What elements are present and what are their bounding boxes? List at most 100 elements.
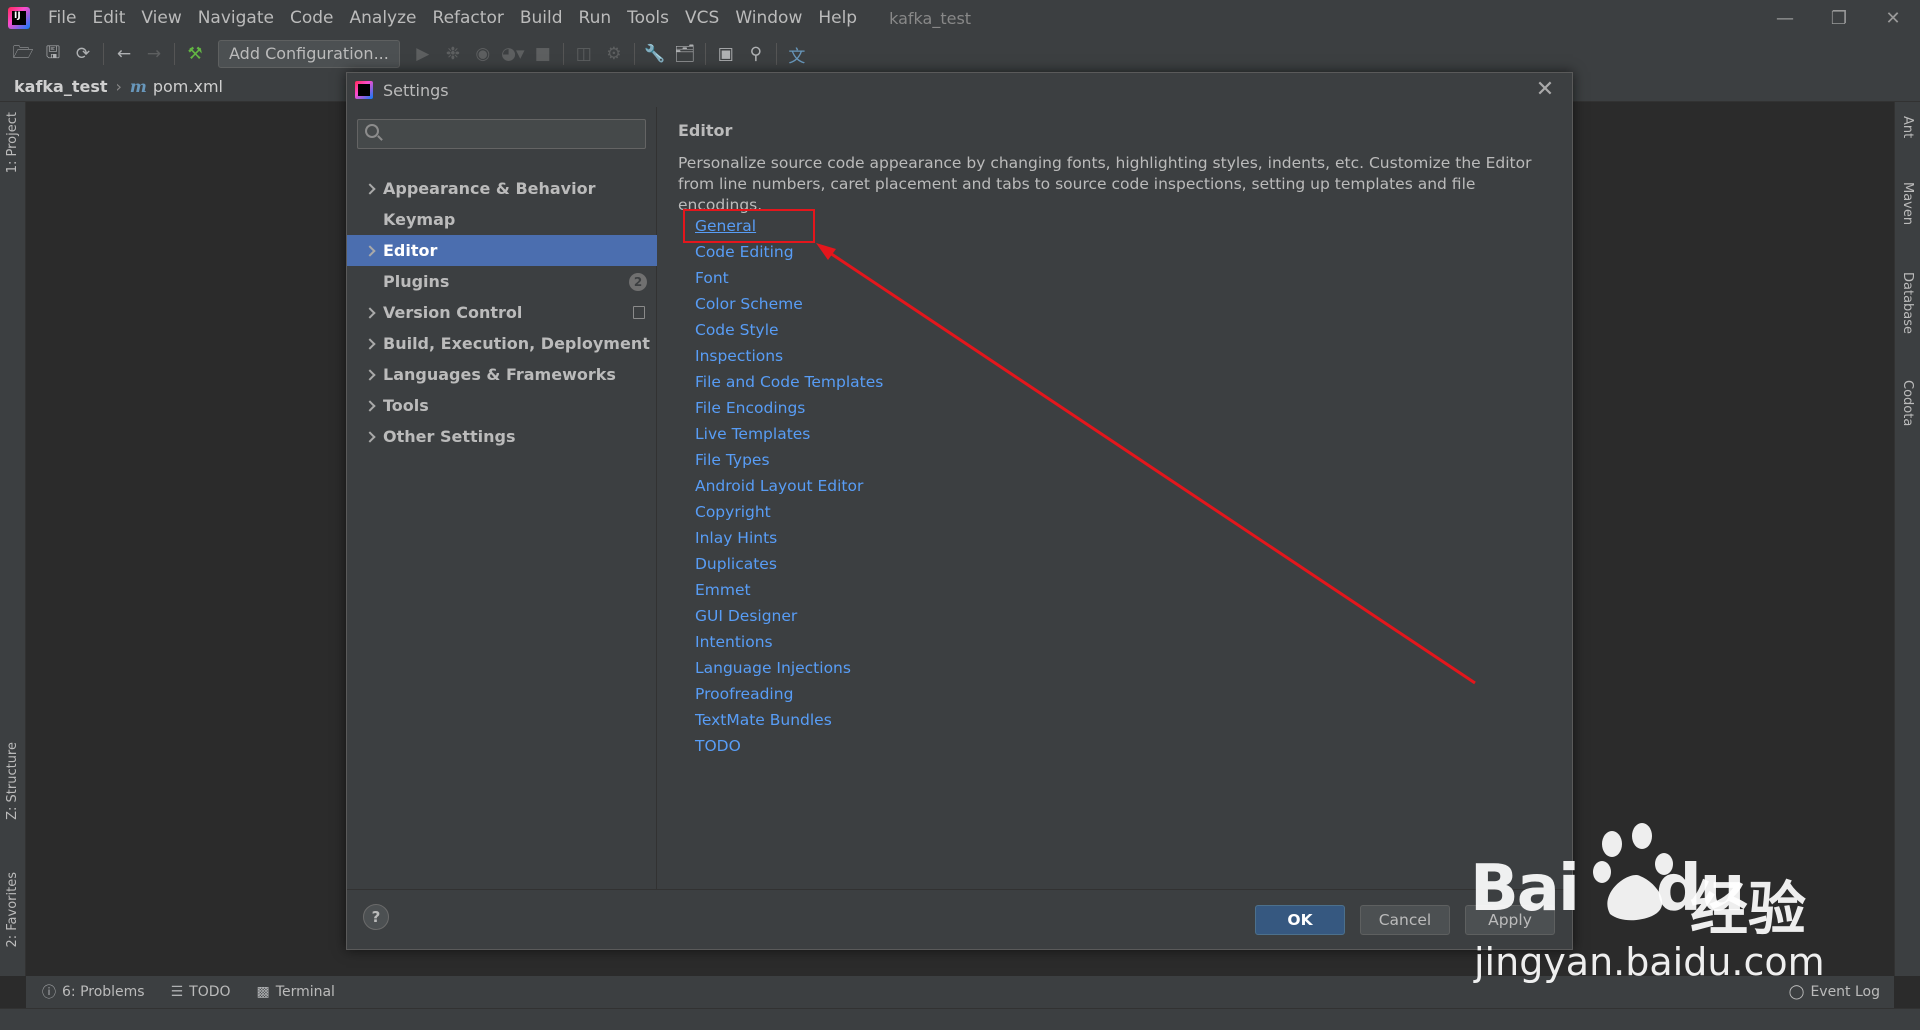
- restore-icon[interactable]: ❐: [1812, 0, 1866, 36]
- project-tool-tab[interactable]: 1: Project: [5, 112, 20, 173]
- stop-icon[interactable]: ■: [528, 39, 558, 69]
- link-code-editing[interactable]: Code Editing: [695, 243, 794, 261]
- link-duplicates[interactable]: Duplicates: [695, 555, 777, 573]
- help-button[interactable]: ?: [363, 904, 389, 930]
- link-inspections[interactable]: Inspections: [695, 347, 783, 365]
- menu-run[interactable]: Run: [571, 0, 620, 36]
- link-file-encodings[interactable]: File Encodings: [695, 399, 805, 417]
- settings-search-input[interactable]: [386, 122, 641, 146]
- ant-tool-tab[interactable]: Ant: [1900, 116, 1915, 138]
- settings-content: Editor Personalize source code appearanc…: [658, 107, 1572, 889]
- menu-refactor[interactable]: Refactor: [425, 0, 512, 36]
- menu-analyze[interactable]: Analyze: [342, 0, 425, 36]
- link-file-types[interactable]: File Types: [695, 451, 770, 469]
- link-code-style[interactable]: Code Style: [695, 321, 779, 339]
- tree-item-languages-frameworks[interactable]: Languages & Frameworks: [347, 359, 657, 390]
- attach-debugger-icon[interactable]: ◫: [569, 39, 599, 69]
- link-live-templates[interactable]: Live Templates: [695, 425, 810, 443]
- terminal-tab[interactable]: ▩ Terminal: [257, 984, 335, 1000]
- menu-tools[interactable]: Tools: [619, 0, 677, 36]
- settings-search-box[interactable]: [357, 119, 646, 149]
- search-everywhere-icon[interactable]: ⚲: [741, 39, 771, 69]
- terminal-window-icon[interactable]: ▣: [711, 39, 741, 69]
- tree-item-label: Keymap: [383, 210, 456, 229]
- intellij-logo-icon: IJ: [8, 7, 30, 29]
- database-tool-tab[interactable]: Database: [1900, 272, 1915, 334]
- debug-icon[interactable]: ❉: [438, 39, 468, 69]
- translate-icon[interactable]: 文: [782, 39, 812, 69]
- problems-tab[interactable]: ⓘ 6: Problems: [42, 982, 145, 1002]
- toolbar-separator: [775, 43, 777, 65]
- link-color-scheme[interactable]: Color Scheme: [695, 295, 803, 313]
- close-window-icon[interactable]: ✕: [1866, 0, 1920, 36]
- ok-button[interactable]: OK: [1255, 905, 1345, 935]
- link-gui-designer[interactable]: GUI Designer: [695, 607, 797, 625]
- menu-edit[interactable]: Edit: [84, 0, 133, 36]
- todo-tab[interactable]: ☰ TODO: [171, 984, 231, 1000]
- menu-view[interactable]: View: [133, 0, 189, 36]
- link-language-injections[interactable]: Language Injections: [695, 659, 851, 677]
- tree-item-build-execution-deployment[interactable]: Build, Execution, Deployment: [347, 328, 657, 359]
- menu-vcs[interactable]: VCS: [677, 0, 727, 36]
- maven-tool-tab[interactable]: Maven: [1900, 182, 1915, 225]
- link-inlay-hints[interactable]: Inlay Hints: [695, 529, 777, 547]
- event-log-tab[interactable]: ◯ Event Log: [1789, 976, 1880, 1008]
- settings-wrench-icon[interactable]: 🔧: [640, 39, 670, 69]
- codota-tool-tab[interactable]: Codota: [1900, 380, 1915, 426]
- chevron-right-icon[interactable]: [365, 400, 376, 411]
- menu-navigate[interactable]: Navigate: [190, 0, 282, 36]
- run-icon[interactable]: ▶: [408, 39, 438, 69]
- minimize-icon[interactable]: —: [1758, 0, 1812, 36]
- chevron-right-icon[interactable]: [365, 307, 376, 318]
- link-copyright[interactable]: Copyright: [695, 503, 771, 521]
- project-structure-icon[interactable]: 🗂: [670, 39, 700, 69]
- window-title: kafka_test: [889, 8, 972, 28]
- chevron-right-icon[interactable]: [365, 245, 376, 256]
- cancel-button[interactable]: Cancel: [1360, 905, 1450, 935]
- close-icon[interactable]: ✕: [1532, 77, 1558, 103]
- menu-file[interactable]: File: [40, 0, 84, 36]
- run-anything-icon[interactable]: ⚙: [599, 39, 629, 69]
- link-intentions[interactable]: Intentions: [695, 633, 773, 651]
- tree-item-other-settings[interactable]: Other Settings: [347, 421, 657, 452]
- link-todo[interactable]: TODO: [695, 737, 741, 755]
- chevron-right-icon[interactable]: [365, 431, 376, 442]
- link-font[interactable]: Font: [695, 269, 729, 287]
- tree-item-keymap[interactable]: Keymap: [347, 204, 657, 235]
- settings-dialog: Settings ✕ Appearance & Behavior Keymap …: [346, 72, 1573, 950]
- link-proofreading[interactable]: Proofreading: [695, 685, 793, 703]
- save-icon[interactable]: 🖫: [38, 39, 68, 69]
- back-arrow-icon[interactable]: ←: [109, 39, 139, 69]
- structure-tool-tab[interactable]: Z: Structure: [5, 742, 20, 820]
- menu-code[interactable]: Code: [282, 0, 342, 36]
- chevron-right-icon[interactable]: [365, 183, 376, 194]
- tree-item-tools[interactable]: Tools: [347, 390, 657, 421]
- chevron-right-icon[interactable]: [365, 338, 376, 349]
- sync-icon[interactable]: ⟳: [68, 39, 98, 69]
- tree-item-editor[interactable]: Editor: [347, 235, 657, 266]
- build-hammer-icon[interactable]: ⚒: [180, 39, 210, 69]
- plugins-update-badge: 2: [629, 273, 647, 291]
- link-android-layout-editor[interactable]: Android Layout Editor: [695, 477, 863, 495]
- tree-item-version-control[interactable]: Version Control: [347, 297, 657, 328]
- link-textmate-bundles[interactable]: TextMate Bundles: [695, 711, 832, 729]
- forward-arrow-icon[interactable]: →: [139, 39, 169, 69]
- menu-build[interactable]: Build: [512, 0, 571, 36]
- profile-icon[interactable]: ◕▾: [498, 39, 528, 69]
- breadcrumb-file[interactable]: pom.xml: [153, 77, 223, 96]
- add-configuration-button[interactable]: Add Configuration...: [218, 40, 400, 68]
- link-file-and-code-templates[interactable]: File and Code Templates: [695, 373, 883, 391]
- favorites-tool-tab[interactable]: 2: Favorites: [5, 872, 20, 948]
- menu-help[interactable]: Help: [810, 0, 865, 36]
- coverage-icon[interactable]: ◉: [468, 39, 498, 69]
- tree-item-plugins[interactable]: Plugins 2: [347, 266, 657, 297]
- intellij-logo-icon: [355, 81, 373, 99]
- breadcrumb-project[interactable]: kafka_test: [14, 77, 108, 96]
- toolbar-separator: [704, 43, 706, 65]
- menu-window[interactable]: Window: [727, 0, 810, 36]
- link-emmet[interactable]: Emmet: [695, 581, 751, 599]
- chevron-right-icon[interactable]: [365, 369, 376, 380]
- tree-item-appearance-behavior[interactable]: Appearance & Behavior: [347, 173, 657, 204]
- open-folder-icon[interactable]: 🗁: [8, 39, 38, 69]
- apply-button[interactable]: Apply: [1465, 905, 1555, 935]
